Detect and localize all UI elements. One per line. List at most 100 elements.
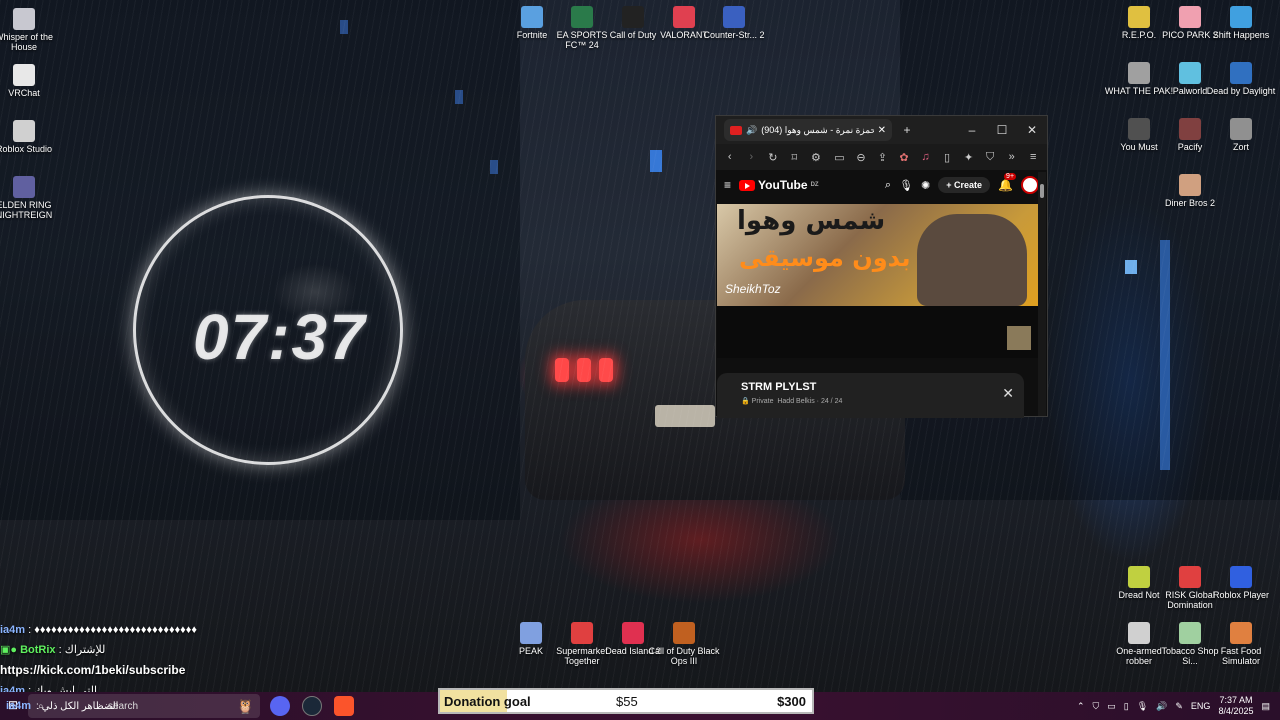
chat-text: : الضظاهر الكل ذلي — [36, 700, 119, 712]
background-window — [455, 90, 463, 104]
desktop-icon[interactable]: Fast Food Simulator — [1205, 622, 1277, 666]
network-icon[interactable]: ▭ — [1107, 701, 1116, 712]
sidebar-icon[interactable]: ▯ — [937, 151, 957, 164]
thumbnail-signature: SheikhToz — [725, 282, 781, 296]
browser-window[interactable]: 🔊 (904) حمزة نمرة - شمس وهوا ✕ + – ☐ ✕ ‹… — [715, 115, 1048, 418]
desktop-icon[interactable]: Counter-Str... 2 — [698, 6, 770, 40]
dead-island-icon — [622, 622, 644, 644]
chat-text: : ♦♦♦♦♦♦♦♦♦♦♦♦♦♦♦♦♦♦♦♦♦♦♦♦♦♦♦♦♦ — [28, 624, 198, 636]
lock-icon: 🔒 — [741, 398, 750, 405]
create-button[interactable]: + Create — [938, 177, 991, 193]
tab-close-icon[interactable]: ✕ — [878, 125, 886, 136]
music-extension-icon[interactable]: ♫ — [916, 151, 936, 163]
desktop-icon-label: Counter-Str... 2 — [703, 30, 765, 40]
you-must-icon — [1128, 118, 1150, 140]
notifications-bell-icon[interactable]: 🔔 9+ — [998, 173, 1017, 192]
donation-label: Donation goal — [444, 693, 531, 709]
dead-by-daylight-icon — [1230, 62, 1252, 84]
chevron-up-icon[interactable]: ⌃ — [1077, 701, 1085, 712]
video-thumbnail[interactable]: شمس وهوا بدون موسيقى SheikhToz — [717, 204, 1039, 306]
search-input[interactable]: ⌕ search ia4m : الضظاهر الكل ذلي 🦉 — [6, 694, 260, 718]
minimize-button[interactable]: – — [957, 123, 987, 137]
desktop-icon[interactable]: ELDEN RING NIGHTREIGN — [0, 176, 60, 220]
extension-icon[interactable]: ✿ — [894, 151, 914, 164]
shield-icon[interactable]: ⛉ — [980, 151, 1000, 164]
desktop-icon[interactable]: Zort — [1205, 118, 1277, 152]
desktop-icon[interactable]: Roblox Studio — [0, 120, 60, 154]
speaker-icon[interactable]: 🔊 — [746, 125, 757, 136]
playlist-panel[interactable]: STRM PLYLST 🔒 Private Hadd Belkis · 24 /… — [717, 373, 1024, 418]
avatar[interactable] — [1021, 176, 1039, 194]
browser-titlebar[interactable]: 🔊 (904) حمزة نمرة - شمس وهوا ✕ + – ☐ ✕ — [716, 116, 1047, 144]
chat-username: BotRix — [20, 644, 56, 656]
back-icon[interactable]: ‹ — [720, 151, 740, 163]
taskbar-clock[interactable]: 7:37 AM 8/4/2025 — [1218, 695, 1253, 717]
risk-icon — [1179, 566, 1201, 588]
notification-center-icon[interactable]: ▤ — [1261, 701, 1270, 712]
share-icon[interactable]: ⇪ — [873, 151, 893, 164]
desktop-icon[interactable]: Diner Bros 2 — [1154, 174, 1226, 208]
pen-icon[interactable]: ✎ — [1175, 701, 1183, 712]
scrollbar[interactable] — [1038, 172, 1046, 416]
video-player-area[interactable] — [717, 306, 1039, 358]
repo-icon — [1128, 6, 1150, 28]
hamburger-menu-icon[interactable]: ≡ — [724, 178, 731, 192]
desktop-icon[interactable]: Roblox Player — [1205, 566, 1277, 600]
desktop-icon-label: ELDEN RING NIGHTREIGN — [0, 200, 53, 220]
chat-link[interactable]: https://kick.com/1beki/subscribe — [0, 663, 185, 677]
fast-food-icon — [1230, 622, 1252, 644]
microphone-icon[interactable]: 🎙 — [899, 179, 913, 192]
steam-icon[interactable] — [302, 696, 322, 716]
discord-icon[interactable] — [270, 696, 290, 716]
desktop-icon-label: Pacify — [1177, 142, 1203, 152]
counter-strike-icon — [723, 6, 745, 28]
kick-badge-icon: ▣● — [0, 644, 18, 656]
battery-icon[interactable]: ▯ — [1124, 701, 1129, 712]
channel-thumbnail[interactable] — [1007, 326, 1031, 350]
owl-widget-icon[interactable]: 🦉 — [237, 698, 254, 715]
youtube-logo[interactable]: YouTube DZ — [739, 178, 819, 192]
playlist-progress: 24 / 24 — [820, 398, 843, 405]
volume-icon[interactable]: 🔊 — [1156, 701, 1167, 712]
zoom-icon[interactable]: ⊖ — [851, 151, 871, 164]
desktop-icon[interactable]: Dead by Daylight — [1205, 62, 1277, 96]
chat-message: https://kick.com/1beki/subscribe — [0, 660, 197, 681]
background-window — [1125, 260, 1137, 274]
desktop-icon[interactable]: Shift Happens — [1205, 6, 1277, 40]
site-settings-icon[interactable]: ⚙ — [806, 151, 826, 164]
windows-security-icon[interactable]: ⛉ — [1092, 701, 1099, 712]
playlist-close-icon[interactable]: ✕ — [1002, 385, 1014, 402]
youtube-logo-text: YouTube — [758, 178, 808, 192]
desktop-icon-label: PEAK — [518, 646, 543, 656]
microphone-icon[interactable]: 🎙 — [1137, 701, 1148, 712]
tab-title: (904) حمزة نمرة - شمس وهوا — [761, 124, 874, 135]
desktop-icon[interactable]: VRChat — [0, 64, 60, 98]
browser-tab[interactable]: 🔊 (904) حمزة نمرة - شمس وهوا ✕ — [724, 119, 892, 141]
diner-bros-icon — [1179, 174, 1201, 196]
car-tail-light — [577, 358, 591, 382]
new-tab-button[interactable]: + — [892, 123, 922, 137]
desktop-icon[interactable]: Call of Duty Black Ops III — [648, 622, 720, 666]
close-window-button[interactable]: ✕ — [1017, 123, 1047, 137]
menu-icon[interactable]: ≡ — [1023, 151, 1043, 163]
desktop-icon-label: Dead by Daylight — [1206, 86, 1276, 96]
brave-icon[interactable] — [334, 696, 354, 716]
desktop-icon[interactable]: Whisper of the House — [0, 8, 60, 52]
scrollbar-thumb[interactable] — [1040, 184, 1044, 198]
maximize-button[interactable]: ☐ — [987, 123, 1017, 137]
cast-icon[interactable]: ▭ — [830, 151, 850, 164]
bookmark-icon[interactable]: ⌑ — [785, 151, 805, 164]
desktop-icon-label: Fortnite — [516, 30, 548, 40]
playlist-privacy: Private — [751, 398, 774, 405]
ai-icon[interactable]: ✦ — [959, 151, 979, 164]
desktop-icon-label: Diner Bros 2 — [1164, 198, 1216, 208]
language-indicator[interactable]: ENG — [1191, 701, 1211, 711]
one-armed-robber-icon — [1128, 622, 1150, 644]
gem-icon[interactable]: ✺ — [921, 179, 930, 192]
search-icon[interactable]: ⌕ — [885, 179, 891, 192]
forward-icon[interactable]: › — [742, 151, 762, 163]
reload-icon[interactable]: ↻ — [763, 151, 783, 164]
roblox-studio-icon — [13, 120, 35, 142]
more-icon[interactable]: » — [1002, 151, 1022, 163]
zort-icon — [1230, 118, 1252, 140]
